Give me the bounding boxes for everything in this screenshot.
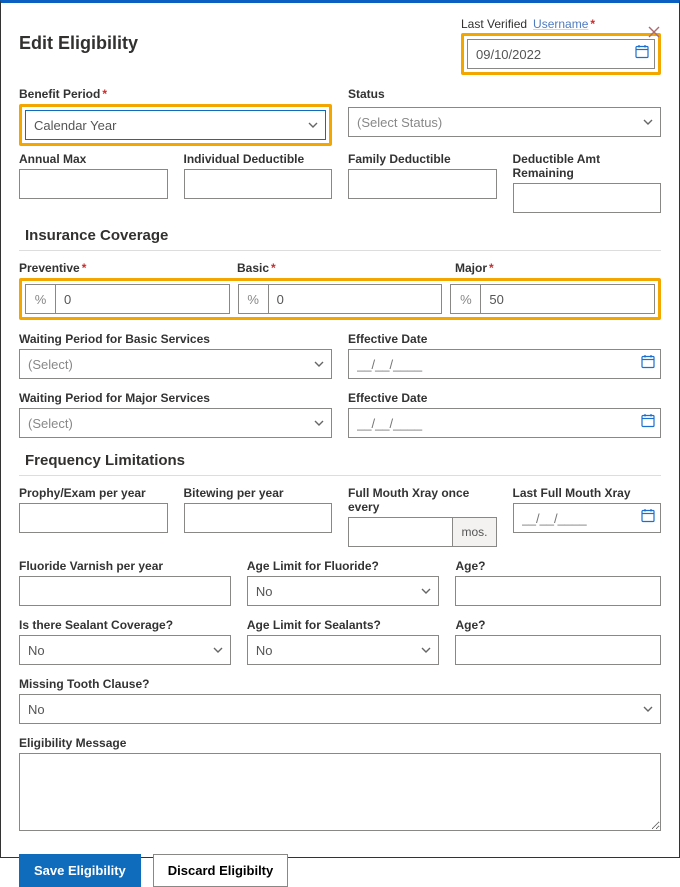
benefit-period-select[interactable]: Calendar Year bbox=[25, 110, 326, 140]
basic-label: Basic* bbox=[237, 261, 443, 275]
missing-tooth-select[interactable]: No bbox=[19, 694, 661, 724]
fluoride-label: Fluoride Varnish per year bbox=[19, 559, 231, 573]
chevron-down-icon bbox=[642, 116, 654, 128]
eligibility-message-textarea[interactable] bbox=[19, 753, 661, 831]
annual-max-input[interactable] bbox=[19, 169, 168, 199]
waiting-basic-select[interactable]: (Select) bbox=[19, 349, 332, 379]
fullmouth-input[interactable] bbox=[348, 517, 453, 547]
major-label: Major* bbox=[455, 261, 661, 275]
age-sealant-input[interactable] bbox=[455, 635, 661, 665]
status-select[interactable]: (Select Status) bbox=[348, 107, 661, 137]
annual-max-label: Annual Max bbox=[19, 152, 168, 166]
sealant-label: Is there Sealant Coverage? bbox=[19, 618, 231, 632]
waiting-major-label: Waiting Period for Major Services bbox=[19, 391, 332, 405]
bitewing-input[interactable] bbox=[184, 503, 333, 533]
effective-date-basic-input[interactable] bbox=[348, 349, 661, 379]
age-limit-fluoride-label: Age Limit for Fluoride? bbox=[247, 559, 440, 573]
insurance-coverage-heading: Insurance Coverage bbox=[25, 227, 661, 244]
bitewing-label: Bitewing per year bbox=[184, 486, 333, 500]
fluoride-input[interactable] bbox=[19, 576, 231, 606]
last-fullmouth-input[interactable] bbox=[513, 503, 662, 533]
percent-icon: % bbox=[238, 284, 268, 314]
eligibility-message-label: Eligibility Message bbox=[19, 736, 661, 750]
fullmouth-label: Full Mouth Xray once every bbox=[348, 486, 497, 514]
required-indicator: * bbox=[590, 17, 595, 31]
last-fullmouth-label: Last Full Mouth Xray bbox=[513, 486, 662, 500]
percent-icon: % bbox=[450, 284, 480, 314]
chevron-down-icon bbox=[313, 358, 325, 370]
deductible-remaining-input[interactable] bbox=[513, 183, 662, 213]
major-input[interactable] bbox=[480, 284, 655, 314]
last-verified-label: Last Verified bbox=[461, 17, 527, 31]
effective-date-major-label: Effective Date bbox=[348, 391, 661, 405]
chevron-down-icon bbox=[313, 417, 325, 429]
calendar-icon[interactable] bbox=[635, 45, 649, 64]
age-fluoride-label: Age? bbox=[455, 559, 661, 573]
effective-date-basic-label: Effective Date bbox=[348, 332, 661, 346]
calendar-icon[interactable] bbox=[641, 355, 655, 374]
preventive-label: Preventive* bbox=[19, 261, 225, 275]
prophy-input[interactable] bbox=[19, 503, 168, 533]
missing-tooth-label: Missing Tooth Clause? bbox=[19, 677, 661, 691]
age-fluoride-input[interactable] bbox=[455, 576, 661, 606]
chevron-down-icon bbox=[307, 119, 319, 131]
waiting-major-select[interactable]: (Select) bbox=[19, 408, 332, 438]
calendar-icon[interactable] bbox=[641, 509, 655, 528]
chevron-down-icon bbox=[420, 585, 432, 597]
age-limit-sealant-select[interactable]: No bbox=[247, 635, 440, 665]
page-title: Edit Eligibility bbox=[19, 33, 138, 54]
family-deductible-label: Family Deductible bbox=[348, 152, 497, 166]
frequency-heading: Frequency Limitations bbox=[25, 452, 661, 469]
chevron-down-icon bbox=[212, 644, 224, 656]
last-verified-date[interactable] bbox=[467, 39, 655, 69]
individual-deductible-label: Individual Deductible bbox=[184, 152, 333, 166]
chevron-down-icon bbox=[420, 644, 432, 656]
chevron-down-icon bbox=[642, 703, 654, 715]
prophy-label: Prophy/Exam per year bbox=[19, 486, 168, 500]
preventive-input[interactable] bbox=[55, 284, 230, 314]
discard-button[interactable]: Discard Eligibilty bbox=[153, 854, 288, 887]
months-suffix: mos. bbox=[453, 517, 496, 547]
age-sealant-label: Age? bbox=[455, 618, 661, 632]
basic-input[interactable] bbox=[268, 284, 443, 314]
individual-deductible-input[interactable] bbox=[184, 169, 333, 199]
percent-icon: % bbox=[25, 284, 55, 314]
waiting-basic-label: Waiting Period for Basic Services bbox=[19, 332, 332, 346]
family-deductible-input[interactable] bbox=[348, 169, 497, 199]
last-verified-username: Username bbox=[533, 17, 588, 31]
effective-date-major-input[interactable] bbox=[348, 408, 661, 438]
calendar-icon[interactable] bbox=[641, 414, 655, 433]
sealant-select[interactable]: No bbox=[19, 635, 231, 665]
deductible-remaining-label: Deductible Amt Remaining bbox=[513, 152, 662, 180]
save-button[interactable]: Save Eligibility bbox=[19, 854, 141, 887]
age-limit-sealant-label: Age Limit for Sealants? bbox=[247, 618, 440, 632]
status-label: Status bbox=[348, 87, 661, 101]
age-limit-fluoride-select[interactable]: No bbox=[247, 576, 440, 606]
benefit-period-label: Benefit Period* bbox=[19, 87, 332, 101]
